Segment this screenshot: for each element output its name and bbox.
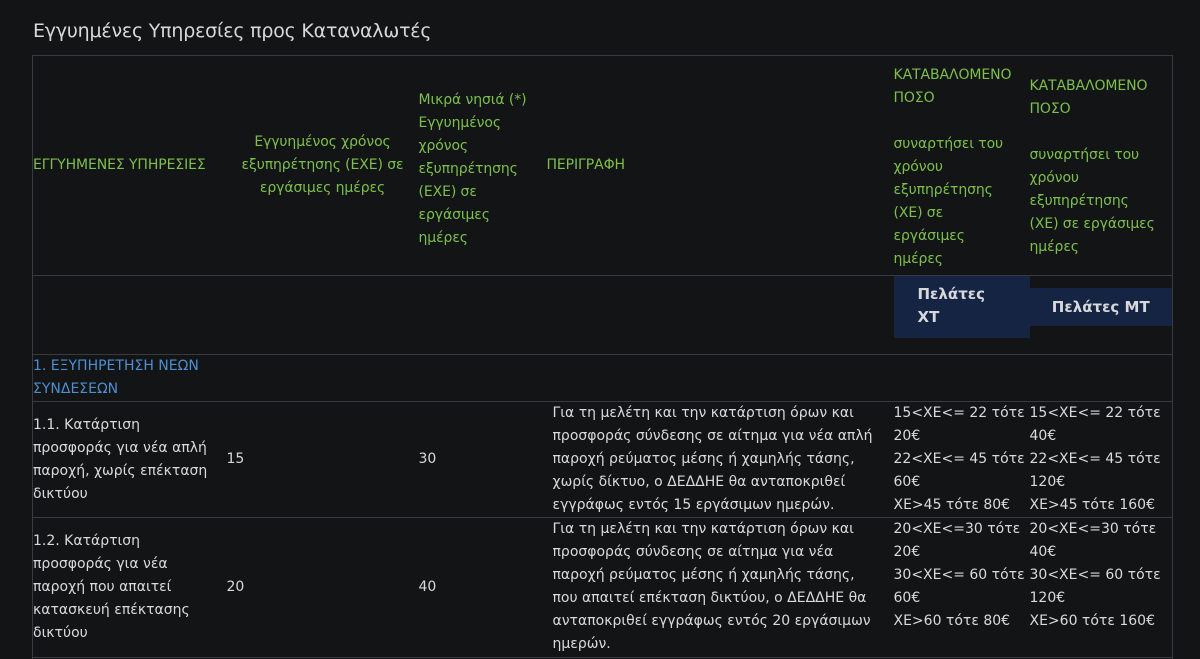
header-amount-mt: ΚΑΤΑΒΑΛΟΜΕΝΟ ΠΟΣΟ συναρτήσει του χρόνου …	[1029, 55, 1173, 276]
service-time: 15	[226, 401, 419, 518]
customer-xt-cell: Πελάτες ΧΤ	[893, 275, 1030, 355]
service-islands-time: 40	[418, 517, 543, 658]
service-amount-xt: 15<ΧΕ<= 22 τότε 20€ 22<ΧΕ<= 45 τότε 60€ …	[893, 401, 1030, 518]
header-amount-xt: ΚΑΤΑΒΑΛΟΜΕΝΟ ΠΟΣΟ συναρτήσει του χρόνου …	[893, 55, 1030, 276]
service-time: 20	[226, 517, 419, 658]
page: Εγγυημένες Υπηρεσίες προς Καταναλωτές ΕΓ…	[0, 0, 1200, 659]
customer-xt-badge: Πελάτες ΧΤ	[893, 276, 1030, 338]
page-title: Εγγυημένες Υπηρεσίες προς Καταναλωτές	[33, 20, 432, 42]
service-amount-mt: 15<ΧΕ<= 22 τότε 40€ 22<ΧΕ<= 45 τότε 120€…	[1029, 401, 1173, 518]
table-row: 1.2. Κατάρτιση προσφοράς για νέα παροχή …	[32, 517, 1173, 658]
services-table: ΕΓΓΥΗΜΕΝΕΣ ΥΠΗΡΕΣΙΕΣ Εγγυημένος χρόνος ε…	[32, 55, 1173, 659]
service-name: 1.1. Κατάρτιση προσφοράς για νέα απλή πα…	[32, 401, 227, 518]
customer-mt-badge: Πελάτες ΜΤ	[1029, 288, 1172, 326]
service-islands-time: 30	[418, 401, 543, 518]
header-guaranteed-time: Εγγυημένος χρόνος εξυπηρέτησης (ΕΧΕ) σε …	[226, 55, 419, 276]
section-row: 1. ΕΞΥΠΗΡΕΤΗΣΗ ΝΕΩΝ ΣΥΝΔΕΣΕΩΝ	[32, 354, 1173, 402]
service-description: Για τη μελέτη και την κατάρτιση όρων και…	[542, 517, 894, 658]
section-title: 1. ΕΞΥΠΗΡΕΤΗΣΗ ΝΕΩΝ ΣΥΝΔΕΣΕΩΝ	[32, 354, 227, 402]
customer-type-row: Πελάτες ΧΤ Πελάτες ΜΤ	[32, 275, 1173, 355]
header-services: ΕΓΓΥΗΜΕΝΕΣ ΥΠΗΡΕΣΙΕΣ	[32, 55, 227, 276]
service-description: Για τη μελέτη και την κατάρτιση όρων και…	[542, 401, 894, 518]
customer-mt-cell: Πελάτες ΜΤ	[1029, 275, 1173, 355]
service-amount-xt: 20<ΧΕ<=30 τότε 20€ 30<ΧΕ<= 60 τότε 60€ Χ…	[893, 517, 1030, 658]
header-row: ΕΓΓΥΗΜΕΝΕΣ ΥΠΗΡΕΣΙΕΣ Εγγυημένος χρόνος ε…	[32, 55, 1173, 276]
table-row: 1.1. Κατάρτιση προσφοράς για νέα απλή πα…	[32, 401, 1173, 518]
service-amount-mt: 20<ΧΕ<=30 τότε 40€ 30<ΧΕ<= 60 τότε 120€ …	[1029, 517, 1173, 658]
header-description: ΠΕΡΙΓΡΑΦΗ	[542, 55, 894, 276]
header-islands-time: Μικρά νησιά (*) Εγγυημένος χρόνος εξυπηρ…	[418, 55, 543, 276]
service-name: 1.2. Κατάρτιση προσφοράς για νέα παροχή …	[32, 517, 227, 658]
